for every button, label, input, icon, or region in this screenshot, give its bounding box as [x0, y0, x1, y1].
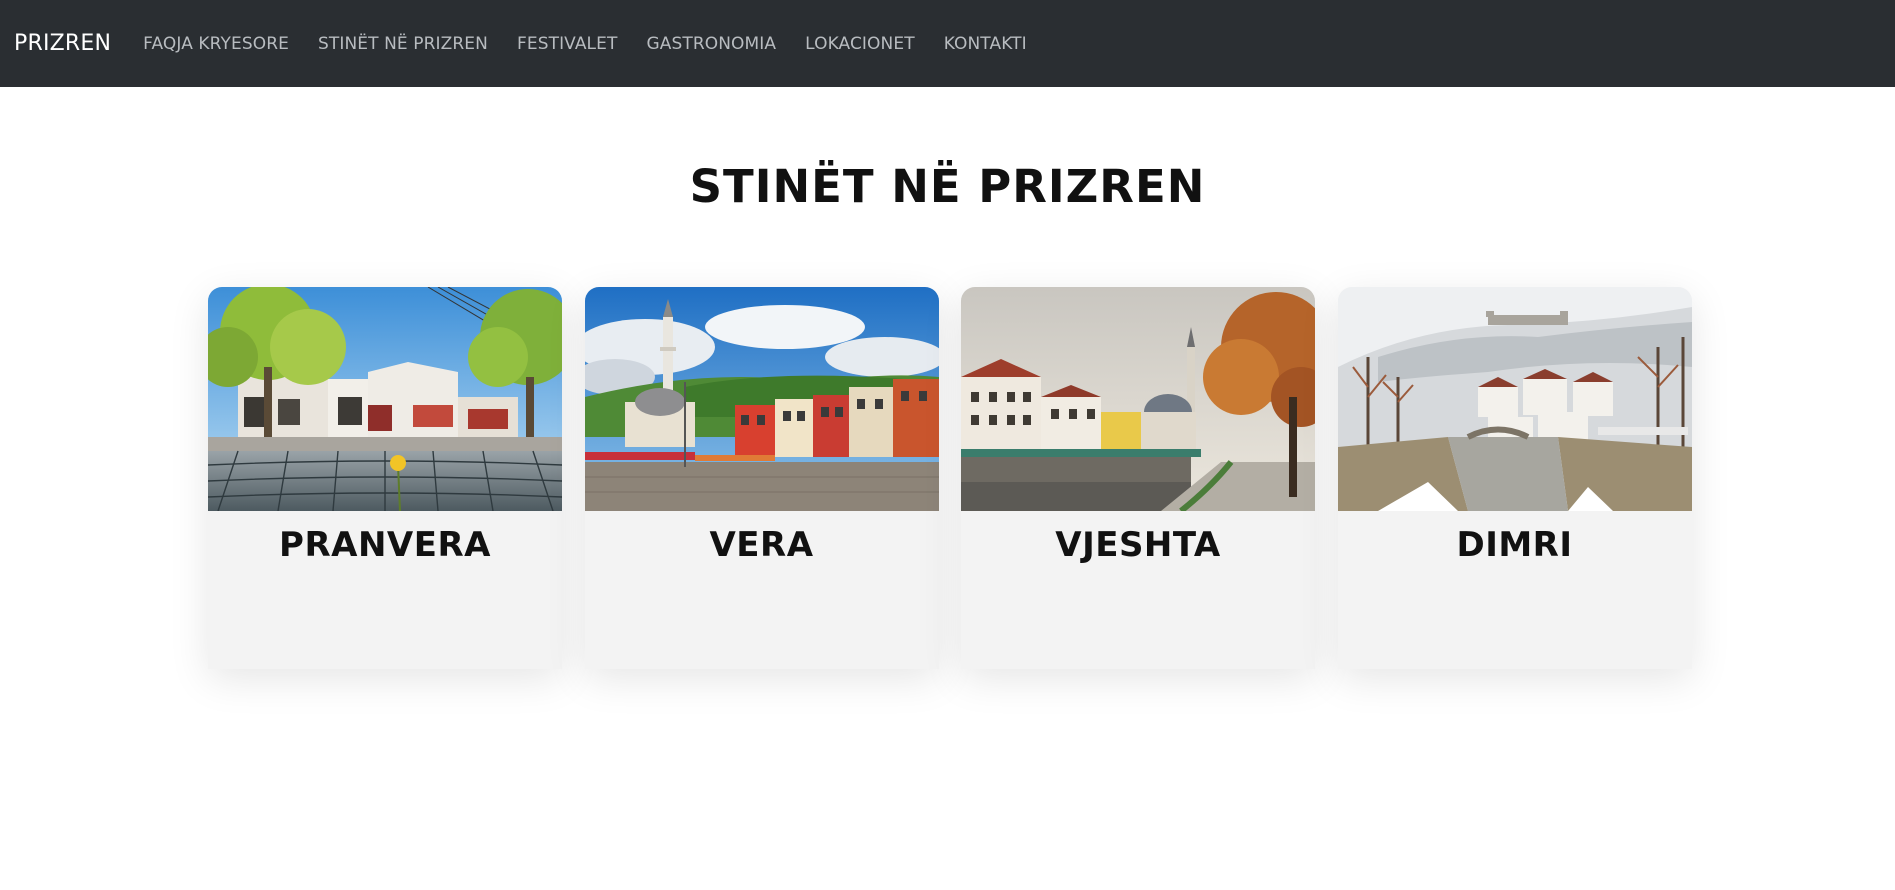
winter-image — [1337, 287, 1692, 511]
nav-link-seasons[interactable]: STINËT NË PRIZREN — [318, 34, 488, 54]
nav-link-home[interactable]: FAQJA KRYESORE — [143, 34, 289, 54]
season-cards: PRANVERA VERA VJESHTA DIMRI — [208, 287, 1692, 669]
page-title: STINËT NË PRIZREN — [689, 160, 1206, 213]
season-title-autumn: VJESHTA — [1055, 525, 1221, 565]
brand-link[interactable]: PRIZREN — [14, 31, 111, 56]
season-card-autumn[interactable]: VJESHTA — [961, 287, 1315, 669]
season-card-winter[interactable]: DIMRI — [1337, 287, 1692, 669]
autumn-image — [961, 287, 1315, 511]
nav-link-gastronomy[interactable]: GASTRONOMIA — [646, 34, 776, 54]
season-card-spring[interactable]: PRANVERA — [208, 287, 562, 669]
nav-link-locations[interactable]: LOKACIONET — [805, 34, 915, 54]
spring-image — [208, 287, 562, 511]
season-title-summer: VERA — [709, 525, 814, 565]
summer-image — [584, 287, 939, 511]
nav-link-contact[interactable]: KONTAKTI — [944, 34, 1027, 54]
nav-links: FAQJA KRYESORE STINËT NË PRIZREN FESTIVA… — [143, 34, 1056, 54]
navbar: PRIZREN FAQJA KRYESORE STINËT NË PRIZREN… — [0, 0, 1895, 87]
season-title-winter: DIMRI — [1456, 525, 1573, 565]
nav-link-festivals[interactable]: FESTIVALET — [517, 34, 617, 54]
season-title-spring: PRANVERA — [279, 525, 491, 565]
season-card-summer[interactable]: VERA — [584, 287, 939, 669]
